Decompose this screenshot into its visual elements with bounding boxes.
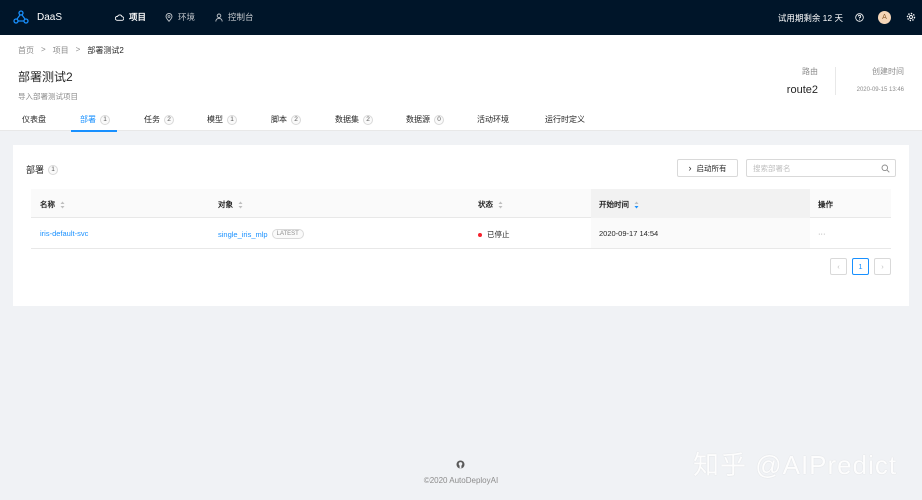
page-header: 首页 > 项目 > 部署测试2 部署测试2 导入部署测试项目 路由 route2… bbox=[0, 35, 922, 132]
tab-label: 任务 bbox=[144, 115, 160, 124]
tab-label: 活动环境 bbox=[477, 115, 509, 124]
count-badge: 1 bbox=[227, 114, 237, 125]
breadcrumb-separator: > bbox=[75, 45, 81, 54]
tab-label: 数据集 bbox=[335, 115, 359, 124]
tab-runtime-def[interactable]: 运行时定义 bbox=[545, 114, 585, 125]
column-label: 开始时间 bbox=[599, 200, 629, 209]
sort-icon[interactable] bbox=[60, 201, 65, 209]
created-stat: 创建时间 2020-09-15 13:46 bbox=[857, 66, 904, 93]
page-description: 导入部署测试项目 bbox=[18, 92, 78, 101]
nav-item-label: 环境 bbox=[178, 12, 196, 22]
tab-datasets[interactable]: 数据集 2 bbox=[335, 114, 373, 125]
route-label: 路由 bbox=[802, 67, 818, 76]
count-badge: 0 bbox=[434, 114, 444, 125]
watermark: 知乎 @AIPredict bbox=[693, 450, 898, 480]
prev-page-button[interactable]: ‹ bbox=[830, 258, 847, 275]
page-title: 部署测试2 bbox=[18, 70, 73, 84]
logo-icon bbox=[13, 10, 29, 24]
tab-label: 数据源 bbox=[406, 115, 430, 124]
breadcrumb-separator: > bbox=[41, 45, 46, 54]
object-link[interactable]: single_iris_mlp bbox=[218, 230, 268, 239]
gear-icon[interactable] bbox=[906, 12, 916, 22]
count-badge: 1 bbox=[48, 164, 59, 175]
search-icon[interactable] bbox=[881, 164, 890, 173]
count-badge: 2 bbox=[291, 114, 301, 125]
created-value: 2020-09-15 13:46 bbox=[856, 87, 904, 93]
count-badge: 2 bbox=[164, 114, 174, 125]
route-stat: 路由 route2 bbox=[787, 66, 818, 96]
tab-active-env[interactable]: 活动环境 bbox=[477, 114, 509, 125]
brand-name: DaaS bbox=[37, 11, 63, 23]
start-all-button[interactable]: › 启动所有 bbox=[677, 159, 738, 177]
deployments-card: 部署 1 › 启动所有 名称 对象 状态 开始时间 操作 iris-defaul… bbox=[13, 145, 909, 306]
divider bbox=[835, 67, 836, 95]
route-value: route2 bbox=[786, 84, 818, 96]
tab-bar: 仪表盘 部署 1 任务 2 模型 1 脚本 2 数据集 2 数据源 0 活动环境 运行时定义 bbox=[0, 109, 922, 132]
avatar[interactable]: A bbox=[878, 11, 891, 24]
breadcrumb-projects[interactable]: 项目 bbox=[53, 45, 69, 56]
table-header: 名称 对象 状态 开始时间 操作 bbox=[31, 189, 891, 218]
tab-label: 运行时定义 bbox=[545, 115, 585, 124]
tab-deployments[interactable]: 部署 1 bbox=[80, 114, 110, 125]
sort-desc-icon[interactable] bbox=[634, 201, 639, 209]
deployment-name-link[interactable]: iris-default-svc bbox=[40, 229, 88, 238]
tab-label: 脚本 bbox=[271, 115, 287, 124]
search-box bbox=[746, 159, 896, 177]
github-icon[interactable] bbox=[456, 460, 465, 469]
tab-label: 部署 bbox=[80, 115, 96, 124]
column-header-start-time[interactable]: 开始时间 bbox=[599, 199, 639, 210]
column-label: 对象 bbox=[218, 200, 233, 209]
nav-item-environment[interactable]: 环境 bbox=[165, 11, 195, 23]
tab-models[interactable]: 模型 1 bbox=[207, 114, 237, 125]
question-circle-icon[interactable] bbox=[855, 13, 864, 22]
sort-icon[interactable] bbox=[498, 201, 503, 209]
tab-label: 模型 bbox=[207, 115, 223, 124]
card-title: 部署 1 bbox=[26, 163, 59, 176]
tab-datasources[interactable]: 数据源 0 bbox=[406, 114, 444, 125]
column-label: 状态 bbox=[478, 200, 493, 209]
top-navbar: DaaS 项目 环境 控制台 试用期剩余 12 天 A bbox=[0, 0, 922, 35]
nav-item-projects[interactable]: 项目 bbox=[115, 11, 146, 23]
column-header-actions: 操作 bbox=[818, 199, 833, 210]
created-label: 创建时间 bbox=[872, 67, 904, 76]
breadcrumb-home[interactable]: 首页 bbox=[18, 45, 34, 56]
column-label: 名称 bbox=[40, 200, 55, 209]
cloud-icon bbox=[115, 13, 124, 21]
search-input[interactable] bbox=[753, 160, 879, 176]
user-icon bbox=[215, 13, 223, 22]
count-badge: 2 bbox=[363, 114, 373, 125]
nav-item-console[interactable]: 控制台 bbox=[215, 11, 254, 23]
brand[interactable]: DaaS bbox=[13, 10, 62, 24]
table-row[interactable]: iris-default-svc single_iris_mlp LATEST … bbox=[31, 218, 891, 249]
status-cell: 已停止 bbox=[478, 229, 510, 240]
column-header-name[interactable]: 名称 bbox=[40, 199, 65, 210]
start-all-label: 启动所有 bbox=[696, 163, 727, 173]
status-text: 已停止 bbox=[487, 230, 510, 239]
count-badge: 1 bbox=[100, 114, 110, 125]
page-1-button[interactable]: 1 bbox=[852, 258, 869, 275]
sort-icon[interactable] bbox=[238, 201, 243, 209]
nav-item-label: 项目 bbox=[129, 12, 147, 22]
start-time-cell: 2020-09-17 14:54 bbox=[599, 229, 659, 238]
version-tag: LATEST bbox=[271, 229, 304, 239]
more-actions-button[interactable]: ··· bbox=[818, 229, 826, 238]
tab-scripts[interactable]: 脚本 2 bbox=[271, 114, 301, 125]
location-icon bbox=[165, 12, 173, 22]
column-header-status[interactable]: 状态 bbox=[478, 199, 503, 210]
trial-remaining: 试用期剩余 12 天 bbox=[777, 13, 843, 23]
next-page-button[interactable]: › bbox=[874, 258, 891, 275]
nav-item-label: 控制台 bbox=[228, 12, 254, 22]
card-title-text: 部署 bbox=[26, 165, 45, 175]
breadcrumb: 首页 > 项目 > 部署测试2 bbox=[18, 45, 124, 56]
chevron-right-icon: › bbox=[688, 163, 692, 173]
tab-dashboard[interactable]: 仪表盘 bbox=[22, 114, 46, 125]
tab-tasks[interactable]: 任务 2 bbox=[144, 114, 174, 125]
status-dot-icon bbox=[478, 232, 482, 237]
object-cell: single_iris_mlp LATEST bbox=[218, 229, 304, 239]
column-header-object[interactable]: 对象 bbox=[218, 199, 243, 210]
column-label: 操作 bbox=[818, 200, 833, 209]
tab-label: 仪表盘 bbox=[22, 115, 46, 124]
breadcrumb-current: 部署测试2 bbox=[87, 46, 124, 55]
active-tab-indicator bbox=[71, 130, 117, 132]
